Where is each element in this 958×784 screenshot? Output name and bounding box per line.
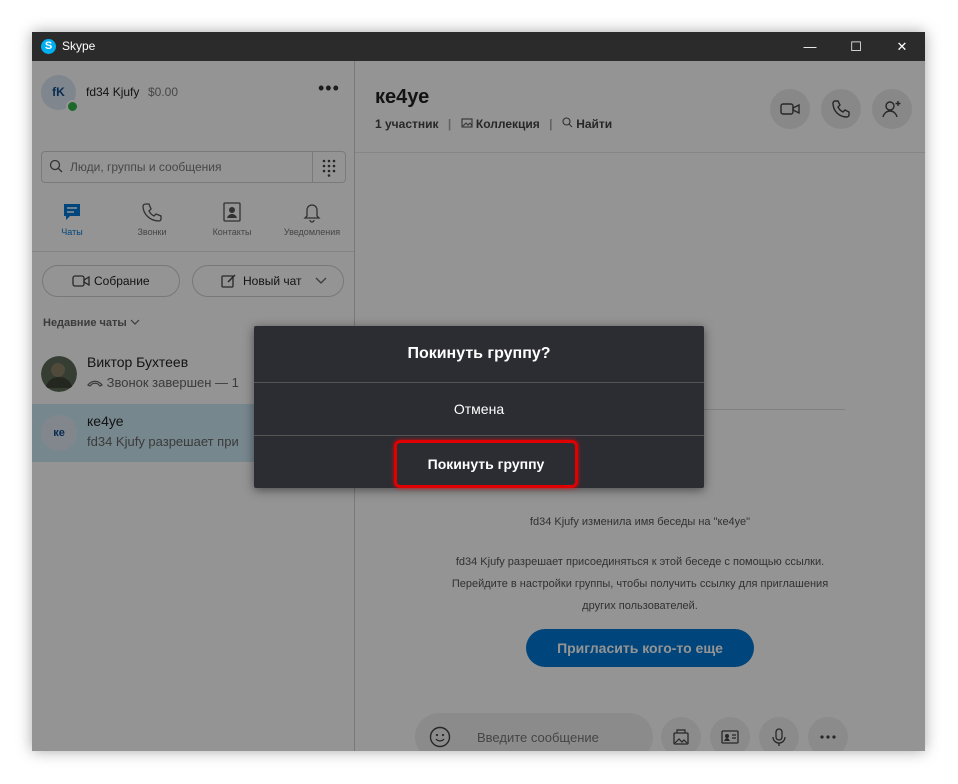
dialog-title: Покинуть группу?: [407, 345, 551, 362]
title-bar: S Skype — ☐ ✕: [32, 32, 925, 61]
skype-window: S Skype — ☐ ✕ fK fd34 Kjufy $0.00 ••• Лю…: [32, 32, 925, 751]
close-button[interactable]: ✕: [879, 32, 925, 61]
window-title: Skype: [62, 39, 96, 53]
maximize-button[interactable]: ☐: [833, 32, 879, 61]
leave-group-dialog: Покинуть группу? Отмена Покинуть группу: [254, 326, 704, 488]
skype-logo-icon: S: [41, 39, 56, 54]
leave-group-button[interactable]: Покинуть группу: [394, 440, 578, 488]
dialog-separator: [254, 435, 704, 436]
minimize-button[interactable]: —: [787, 32, 833, 61]
cancel-button[interactable]: Отмена: [254, 383, 704, 435]
